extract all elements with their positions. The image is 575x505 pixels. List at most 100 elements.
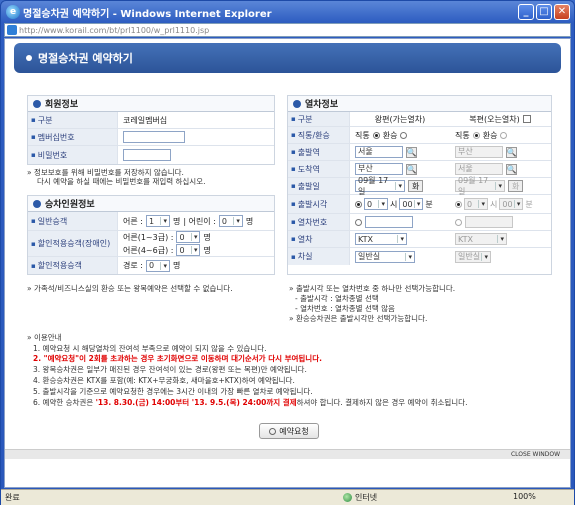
right-note-2: - 출발시각 : 열차종별 선택 <box>295 294 379 303</box>
hour-out-select[interactable]: 0 <box>364 198 388 210</box>
globe-icon <box>343 493 352 502</box>
window-title: 명절승차권 예약하기 - Windows Internet Explorer <box>23 8 272 20</box>
train-type-out-select[interactable]: KTX <box>355 233 407 245</box>
address-bar[interactable]: http://www.korail.com/bt/prl1100/w_prl11… <box>4 23 571 37</box>
usage-item-5: 5. 출발시각을 기준으로 예약요청한 경우에는 3시간 이내의 가장 빠른 열… <box>33 387 313 396</box>
usage-item-2: 2. "예약요청"이 2회를 초과하는 경우 초기화면으로 이동하며 대기순서가… <box>33 354 322 363</box>
passenger-panel: 승차인원정보 일반승객 어른 : 1 명 | 어린이 : 0 명 할인적용승객(… <box>27 195 275 275</box>
time-radio-out[interactable] <box>355 200 362 208</box>
train-icon <box>293 99 301 108</box>
membership-no-label: 멤버십번호 <box>28 129 118 145</box>
usage-item-6-post: 하셔야 합니다. 결제하지 않은 경우 예약이 취소됩니다. <box>296 398 468 407</box>
close-window-link[interactable]: CLOSE WINDOW <box>511 451 560 458</box>
child-count-select[interactable]: 0 <box>218 215 243 227</box>
min-out-select[interactable]: 00 <box>399 198 424 210</box>
password-input[interactable] <box>123 149 171 161</box>
time-radio-ret[interactable] <box>455 200 462 208</box>
senior-count-select[interactable]: 0 <box>145 259 170 272</box>
dep-time-label: 출발시각 <box>288 195 350 213</box>
right-note-4: » 환승승차권은 출발시각만 선택가능합니다. <box>289 314 428 323</box>
bullet-icon <box>26 55 32 61</box>
usage-item-6: 6. 예약한 승차권은 '13. 8.30.(금) 14:00부터 '13. 9… <box>33 398 467 408</box>
dep-station-out-input[interactable]: 서울 <box>355 146 403 158</box>
member-type-value: 코레일멤버십 <box>123 115 168 125</box>
arr-station-ret-input[interactable]: 서울 <box>455 163 503 175</box>
direct-label-ret: 직통 <box>455 130 470 140</box>
train-no-label: 열차번호 <box>288 214 350 230</box>
search-icon[interactable]: 🔍 <box>506 163 517 175</box>
arr-station-out-input[interactable]: 부산 <box>355 163 403 175</box>
transfer-label-ret: 환승 <box>482 130 498 140</box>
right-note-3: - 열차번호 : 열차종별 선택 않음 <box>295 304 395 313</box>
family-seat-note: » 가족석/비즈니스실의 환승 또는 왕복예약은 선택할 수 없습니다. <box>27 284 233 293</box>
trainno-out-input[interactable] <box>365 216 413 228</box>
usage-item-1: 1. 예약요청 시 해당열차의 잔여석 부족으로 예약이 되지 않을 수 있습니… <box>33 344 267 353</box>
member-note-2: 다시 예약을 하실 때에는 비밀번호를 재입력 하십시오. <box>37 177 206 186</box>
dep-date-ret-select[interactable]: 09월 17일 <box>455 176 505 196</box>
transfer-radio-ret[interactable] <box>500 131 508 139</box>
return-checkbox[interactable] <box>522 115 531 123</box>
dep-station-ret-input[interactable]: 부산 <box>455 146 503 158</box>
dep-date-label: 출발일 <box>288 178 350 194</box>
minimize-button[interactable]: _ <box>518 4 534 20</box>
senior-passenger-label: 할인적용승객 <box>28 257 118 274</box>
ie-logo-icon: e <box>6 5 20 19</box>
password-label: 비밀번호 <box>28 146 118 164</box>
transfer-radio-out[interactable] <box>400 131 408 139</box>
direct-label-out: 직통 <box>355 130 370 140</box>
request-button-label: 예약요청 <box>279 426 309 436</box>
min-unit-out: 분 <box>425 199 433 209</box>
zone-text: 인터넷 <box>355 493 378 502</box>
child-unit: 명 <box>245 216 254 226</box>
adult-count-select[interactable]: 1 <box>145 215 170 227</box>
usage-item-6-pre: 6. 예약한 승차권은 <box>33 398 96 407</box>
zoom-level[interactable]: 100% <box>513 492 536 501</box>
status-text: 완료 <box>5 493 20 502</box>
page-icon <box>7 25 17 35</box>
direct-radio-ret[interactable] <box>472 131 480 139</box>
col-return: 복편(오는열차) <box>469 114 520 124</box>
train-panel-header: 열차정보 <box>288 96 551 112</box>
col-label: 구분 <box>288 112 350 126</box>
page-title: 명절승차권 예약하기 <box>38 52 133 65</box>
direct-radio-out[interactable] <box>372 131 380 139</box>
usage-title: » 이용안내 <box>27 333 62 342</box>
close-window-bar: CLOSE WINDOW <box>5 449 570 459</box>
train-panel: 열차정보 구분 왕편(가는열차) 복편(오는열차) 직통/환승 직통 환승 직통 환… <box>287 95 552 275</box>
close-button[interactable]: ✕ <box>554 4 570 20</box>
dep-date-out-select[interactable]: 09월 17일 <box>355 176 405 196</box>
trip-type-label: 직통/환승 <box>288 127 350 143</box>
trainno-radio-ret[interactable] <box>455 218 462 226</box>
trainno-ret-input[interactable] <box>465 216 513 228</box>
col-outbound: 왕편(가는열차) <box>374 114 426 124</box>
usage-item-3: 3. 왕복승차권은 일부가 매진된 경우 잔여석이 있는 경로(왕편 또는 복편… <box>33 365 307 374</box>
passenger-title: 승차인원정보 <box>45 200 95 210</box>
day-button-ret[interactable]: 화 <box>508 180 524 192</box>
disabled-46-label: 어른(4~6급) : <box>123 245 174 255</box>
car-class-out-select[interactable]: 일반실 <box>355 250 415 263</box>
day-button-out[interactable]: 화 <box>408 180 424 192</box>
usage-item-6-red: '13. 8.30.(금) 14:00부터 '13. 9.5.(목) 24:00… <box>95 398 297 407</box>
maximize-button[interactable]: □ <box>536 4 552 20</box>
request-icon <box>269 427 277 435</box>
dep-station-label: 출발역 <box>288 144 350 160</box>
min-ret-select[interactable]: 00 <box>499 198 524 210</box>
search-icon[interactable]: 🔍 <box>506 146 517 158</box>
car-class-ret-select[interactable]: 일반실 <box>455 250 491 263</box>
page-header: 명절승차권 예약하기 <box>14 43 561 73</box>
disabled-46-unit: 명 <box>203 245 211 255</box>
title-bar: e 명절승차권 예약하기 - Windows Internet Explorer… <box>1 1 574 23</box>
membership-no-input[interactable] <box>123 131 185 143</box>
disabled-46-select[interactable]: 0 <box>176 244 201 256</box>
train-type-ret-select[interactable]: KTX <box>455 233 507 245</box>
general-passenger-label: 일반승객 <box>28 212 118 230</box>
reservation-request-button[interactable]: 예약요청 <box>259 423 319 439</box>
hour-ret-select[interactable]: 0 <box>464 198 488 210</box>
passenger-icon <box>33 199 41 208</box>
disabled-13-select[interactable]: 0 <box>176 231 201 243</box>
trainno-radio-out[interactable] <box>355 218 362 226</box>
search-icon[interactable]: 🔍 <box>406 146 417 158</box>
disabled-13-label: 어른(1~3급) : <box>123 232 174 242</box>
hour-unit-ret: 시 <box>490 199 498 209</box>
search-icon[interactable]: 🔍 <box>406 163 417 175</box>
